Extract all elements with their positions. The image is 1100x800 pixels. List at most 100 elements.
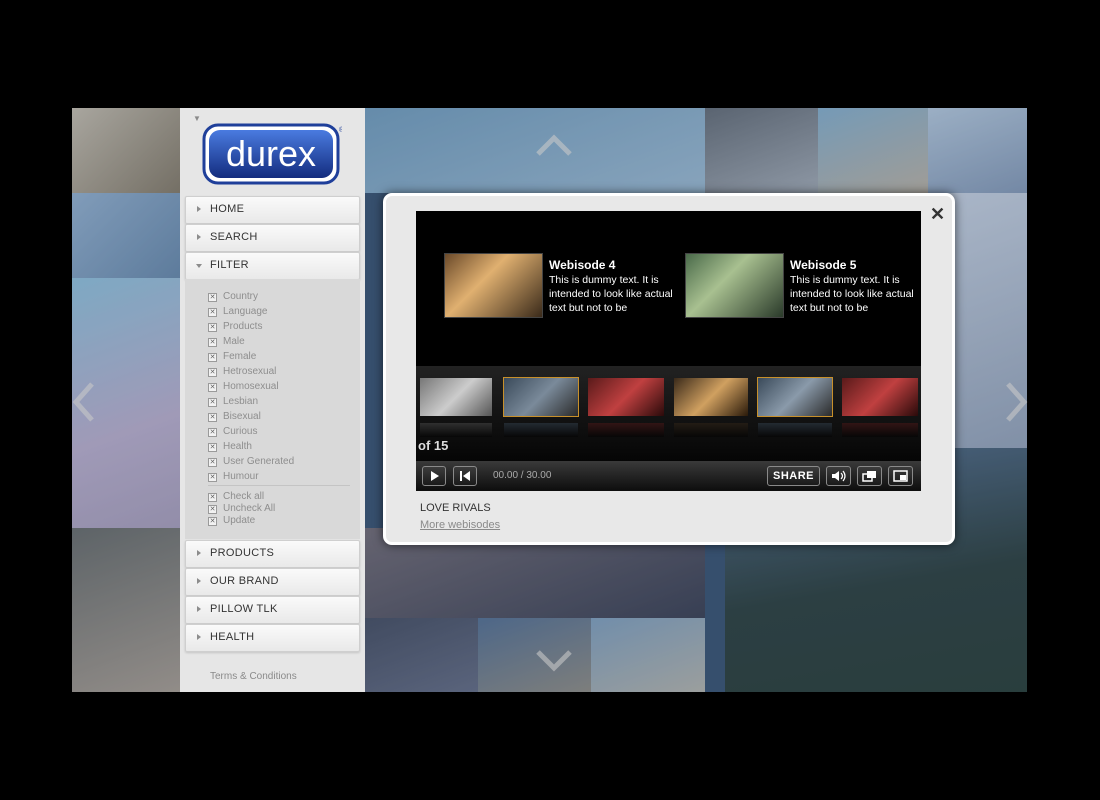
nav-label: FILTER (210, 259, 249, 271)
nav-label: SEARCH (210, 231, 258, 243)
nav-search[interactable]: SEARCH (185, 224, 360, 252)
checkbox[interactable]: ✕ (208, 383, 217, 392)
checkbox[interactable]: ✕ (208, 293, 217, 302)
filter-homosexual[interactable]: ✕ Homosexual (208, 380, 279, 394)
video-player[interactable]: Webisode 4 This is dummy text. It is int… (416, 211, 921, 491)
filter-label: Bisexual (223, 411, 261, 422)
filter-label: Products (223, 321, 263, 332)
checkbox[interactable]: ✕ (208, 308, 217, 317)
filter-curious[interactable]: ✕ Curious (208, 425, 257, 439)
checkbox[interactable]: ✕ (208, 428, 217, 437)
filter-male[interactable]: ✕ Male (208, 335, 245, 349)
nav-home[interactable]: HOME (185, 196, 360, 224)
arrow-right-icon (197, 550, 201, 556)
filter-label: Health (223, 441, 252, 452)
play-icon (431, 471, 439, 481)
checkbox[interactable]: ✕ (208, 443, 217, 452)
filter-female[interactable]: ✕ Female (208, 350, 256, 364)
filmstrip-thumbnail[interactable] (588, 378, 664, 437)
checkbox[interactable]: ✕ (208, 398, 217, 407)
filter-products[interactable]: ✕ Products (208, 320, 262, 334)
episode-counter: of 15 (418, 438, 449, 453)
filter-language[interactable]: ✕ Language (208, 305, 268, 319)
nav-label: PILLOW TLK (210, 603, 278, 615)
arrow-right-icon (197, 234, 201, 240)
checkbox[interactable]: ✕ (208, 353, 217, 362)
nav-products[interactable]: PRODUCTS (185, 540, 360, 568)
chevron-down-icon[interactable] (534, 640, 574, 680)
filmstrip-thumbnail[interactable] (757, 377, 833, 437)
control-bar: 00.00 / 30.00 SHARE (416, 461, 921, 491)
filmstrip-thumbnail[interactable] (842, 378, 918, 437)
checkbox[interactable]: ✕ (208, 493, 217, 502)
timecode: 00.00 / 30.00 (493, 470, 552, 481)
checkbox[interactable]: ✕ (208, 517, 217, 526)
nav-filter[interactable]: FILTER (185, 252, 360, 280)
nav-health[interactable]: HEALTH (185, 624, 360, 652)
rewind-button[interactable] (453, 466, 477, 486)
filter-country[interactable]: ✕ Country (208, 290, 258, 304)
nav-our-brand[interactable]: OUR BRAND (185, 568, 360, 596)
nav-label: OUR BRAND (210, 575, 279, 587)
video-modal: ✕ Webisode 4 This is dummy text. It is i… (383, 193, 955, 545)
filter-label: Hetrosexual (223, 366, 277, 377)
action-label: Update (223, 515, 256, 526)
fullscreen-icon (893, 470, 908, 482)
close-icon[interactable]: ✕ (930, 204, 945, 225)
share-button[interactable]: SHARE (767, 466, 820, 486)
webisode-4-thumbnail[interactable] (444, 253, 543, 318)
checkbox[interactable]: ✕ (208, 413, 217, 422)
arrow-right-icon (197, 634, 201, 640)
filmstrip-thumbnail[interactable] (674, 378, 748, 437)
play-button[interactable] (422, 466, 446, 486)
filter-label: Homosexual (223, 381, 279, 392)
filter-humour[interactable]: ✕ Humour (208, 470, 259, 484)
chevron-up-icon[interactable] (534, 126, 574, 166)
more-webisodes-link[interactable]: More webisodes (420, 519, 500, 531)
durex-logo[interactable]: durex ® (202, 123, 342, 185)
arrow-right-icon (197, 606, 201, 612)
webisode-5-title[interactable]: Webisode 5 (790, 258, 856, 272)
checkbox[interactable]: ✕ (208, 338, 217, 347)
filter-health[interactable]: ✕ Health (208, 440, 252, 454)
filter-bisexual[interactable]: ✕ Bisexual (208, 410, 261, 424)
filter-lesbian[interactable]: ✕ Lesbian (208, 395, 258, 409)
filmstrip-thumbnail[interactable] (420, 378, 492, 437)
checkbox[interactable]: ✕ (208, 505, 217, 514)
checkbox[interactable]: ✕ (208, 458, 217, 467)
checkbox[interactable]: ✕ (208, 473, 217, 482)
svg-text:®: ® (339, 126, 342, 134)
chevron-right-icon[interactable] (1004, 380, 1028, 424)
checkbox[interactable]: ✕ (208, 323, 217, 332)
filter-user-generated[interactable]: ✕ User Generated (208, 455, 294, 469)
arrow-down-icon (196, 264, 202, 268)
collapse-caret-icon[interactable]: ▼ (193, 114, 201, 123)
share-label: SHARE (772, 470, 814, 482)
divider (208, 485, 350, 486)
filmstrip-thumbnail[interactable] (503, 377, 579, 437)
filmstrip: of 15 (416, 366, 921, 461)
terms-link[interactable]: Terms & Conditions (210, 671, 297, 682)
volume-button[interactable] (826, 466, 851, 486)
fullscreen-button[interactable] (888, 466, 913, 486)
webisode-5-thumbnail[interactable] (685, 253, 784, 318)
volume-icon (832, 470, 846, 482)
popout-button[interactable] (857, 466, 882, 486)
filter-label: User Generated (223, 456, 295, 467)
update-button[interactable]: ✕ Update (208, 514, 255, 528)
webisode-4-title[interactable]: Webisode 4 (549, 258, 615, 272)
webisode-5-description: This is dummy text. It is intended to lo… (790, 274, 914, 314)
action-label: Uncheck All (223, 503, 276, 514)
filter-label: Male (223, 336, 245, 347)
series-title: LOVE RIVALS (420, 502, 491, 514)
filter-label: Country (223, 291, 259, 302)
checkbox[interactable]: ✕ (208, 368, 217, 377)
chevron-left-icon[interactable] (72, 380, 96, 424)
nav-label: HOME (210, 203, 245, 215)
popout-icon (862, 471, 876, 482)
filter-label: Lesbian (223, 396, 259, 407)
filter-hetrosexual[interactable]: ✕ Hetrosexual (208, 365, 276, 379)
filter-label: Humour (223, 471, 259, 482)
nav-pillow-tlk[interactable]: PILLOW TLK (185, 596, 360, 624)
nav-label: HEALTH (210, 631, 255, 643)
